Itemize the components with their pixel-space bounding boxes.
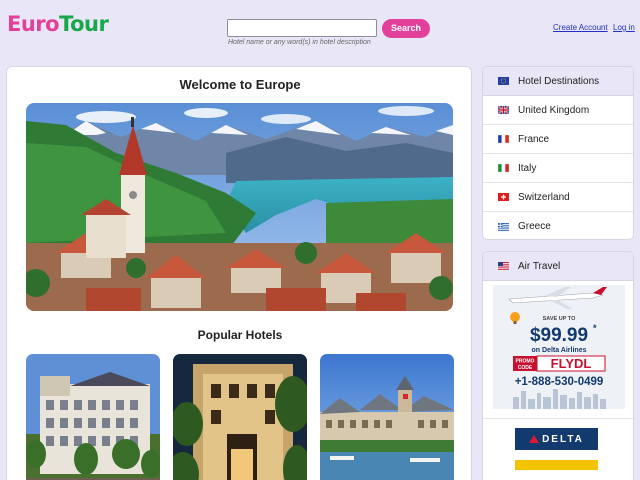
main-panel: Welcome to Europe Popular Hotels: [6, 66, 472, 480]
eu-flag-icon: [498, 77, 509, 85]
hero-image: [26, 103, 453, 311]
ad-phone: +1-888-530-0499: [515, 376, 604, 388]
eurotour-logo[interactable]: EuroTour: [7, 12, 109, 36]
delta-logo-text: DELTA: [542, 433, 584, 445]
delta-promo-ad[interactable]: SAVE UP TO $99.99 * on Delta Airlines PR…: [493, 285, 625, 409]
destination-label: France: [518, 133, 550, 145]
hotel-card-1[interactable]: [26, 354, 160, 480]
us-flag-icon: [498, 262, 509, 270]
destination-france[interactable]: France: [483, 125, 633, 154]
destination-label: Italy: [518, 162, 537, 174]
destination-label: United Kingdom: [518, 104, 590, 116]
ad-asterisk: *: [593, 323, 597, 333]
ad-save-text: SAVE UP TO: [543, 316, 576, 322]
site-header: EuroTour Search Hotel name or any word(s…: [0, 0, 640, 56]
logo-part-euro: Euro: [7, 12, 60, 36]
greece-flag-icon: [498, 222, 509, 231]
destination-switzerland[interactable]: Switzerland: [483, 183, 633, 212]
destinations-heading-label: Hotel Destinations: [518, 75, 600, 87]
hotel-card-2[interactable]: [173, 354, 307, 480]
ad-promo-label-2: CODE: [518, 365, 533, 371]
delta-widget-icon: [529, 435, 540, 443]
destination-label: Greece: [518, 221, 551, 232]
ad-divider: [483, 418, 633, 419]
france-flag-icon: [498, 135, 509, 143]
air-travel-panel: Air Travel SAVE UP TO $99.99 * on Delta …: [482, 251, 634, 480]
destinations-heading[interactable]: Hotel Destinations: [483, 67, 633, 96]
page-title: Welcome to Europe: [179, 77, 301, 92]
search-button[interactable]: Search: [382, 19, 430, 38]
hotel-card-3[interactable]: [320, 354, 454, 480]
search-input[interactable]: [227, 19, 377, 37]
ad-airline-text: on Delta Airlines: [532, 347, 587, 354]
yellow-ad-banner[interactable]: [515, 460, 598, 470]
ad-price: $99.99: [530, 325, 588, 346]
switzerland-flag-icon: [498, 193, 509, 201]
destination-greece[interactable]: Greece: [483, 212, 633, 239]
air-travel-heading[interactable]: Air Travel: [483, 252, 633, 281]
ad-promo-label-1: PROMO: [516, 359, 535, 365]
login-link[interactable]: Log in: [613, 23, 635, 32]
logo-part-tour: Tour: [59, 12, 109, 36]
ad-promo-code: FLYDL: [551, 356, 592, 371]
uk-flag-icon: [498, 106, 509, 114]
create-account-link[interactable]: Create Account: [553, 23, 608, 32]
popular-hotels-heading: Popular Hotels: [197, 328, 283, 342]
delta-logo-ad[interactable]: DELTA: [515, 428, 598, 450]
destinations-panel: Hotel Destinations United Kingdom France…: [482, 66, 634, 240]
air-travel-heading-label: Air Travel: [518, 260, 561, 272]
destination-italy[interactable]: Italy: [483, 154, 633, 183]
search-hint: Hotel name or any word(s) in hotel descr…: [228, 39, 371, 46]
destination-united-kingdom[interactable]: United Kingdom: [483, 96, 633, 125]
destination-label: Switzerland: [518, 191, 570, 203]
italy-flag-icon: [498, 164, 509, 172]
